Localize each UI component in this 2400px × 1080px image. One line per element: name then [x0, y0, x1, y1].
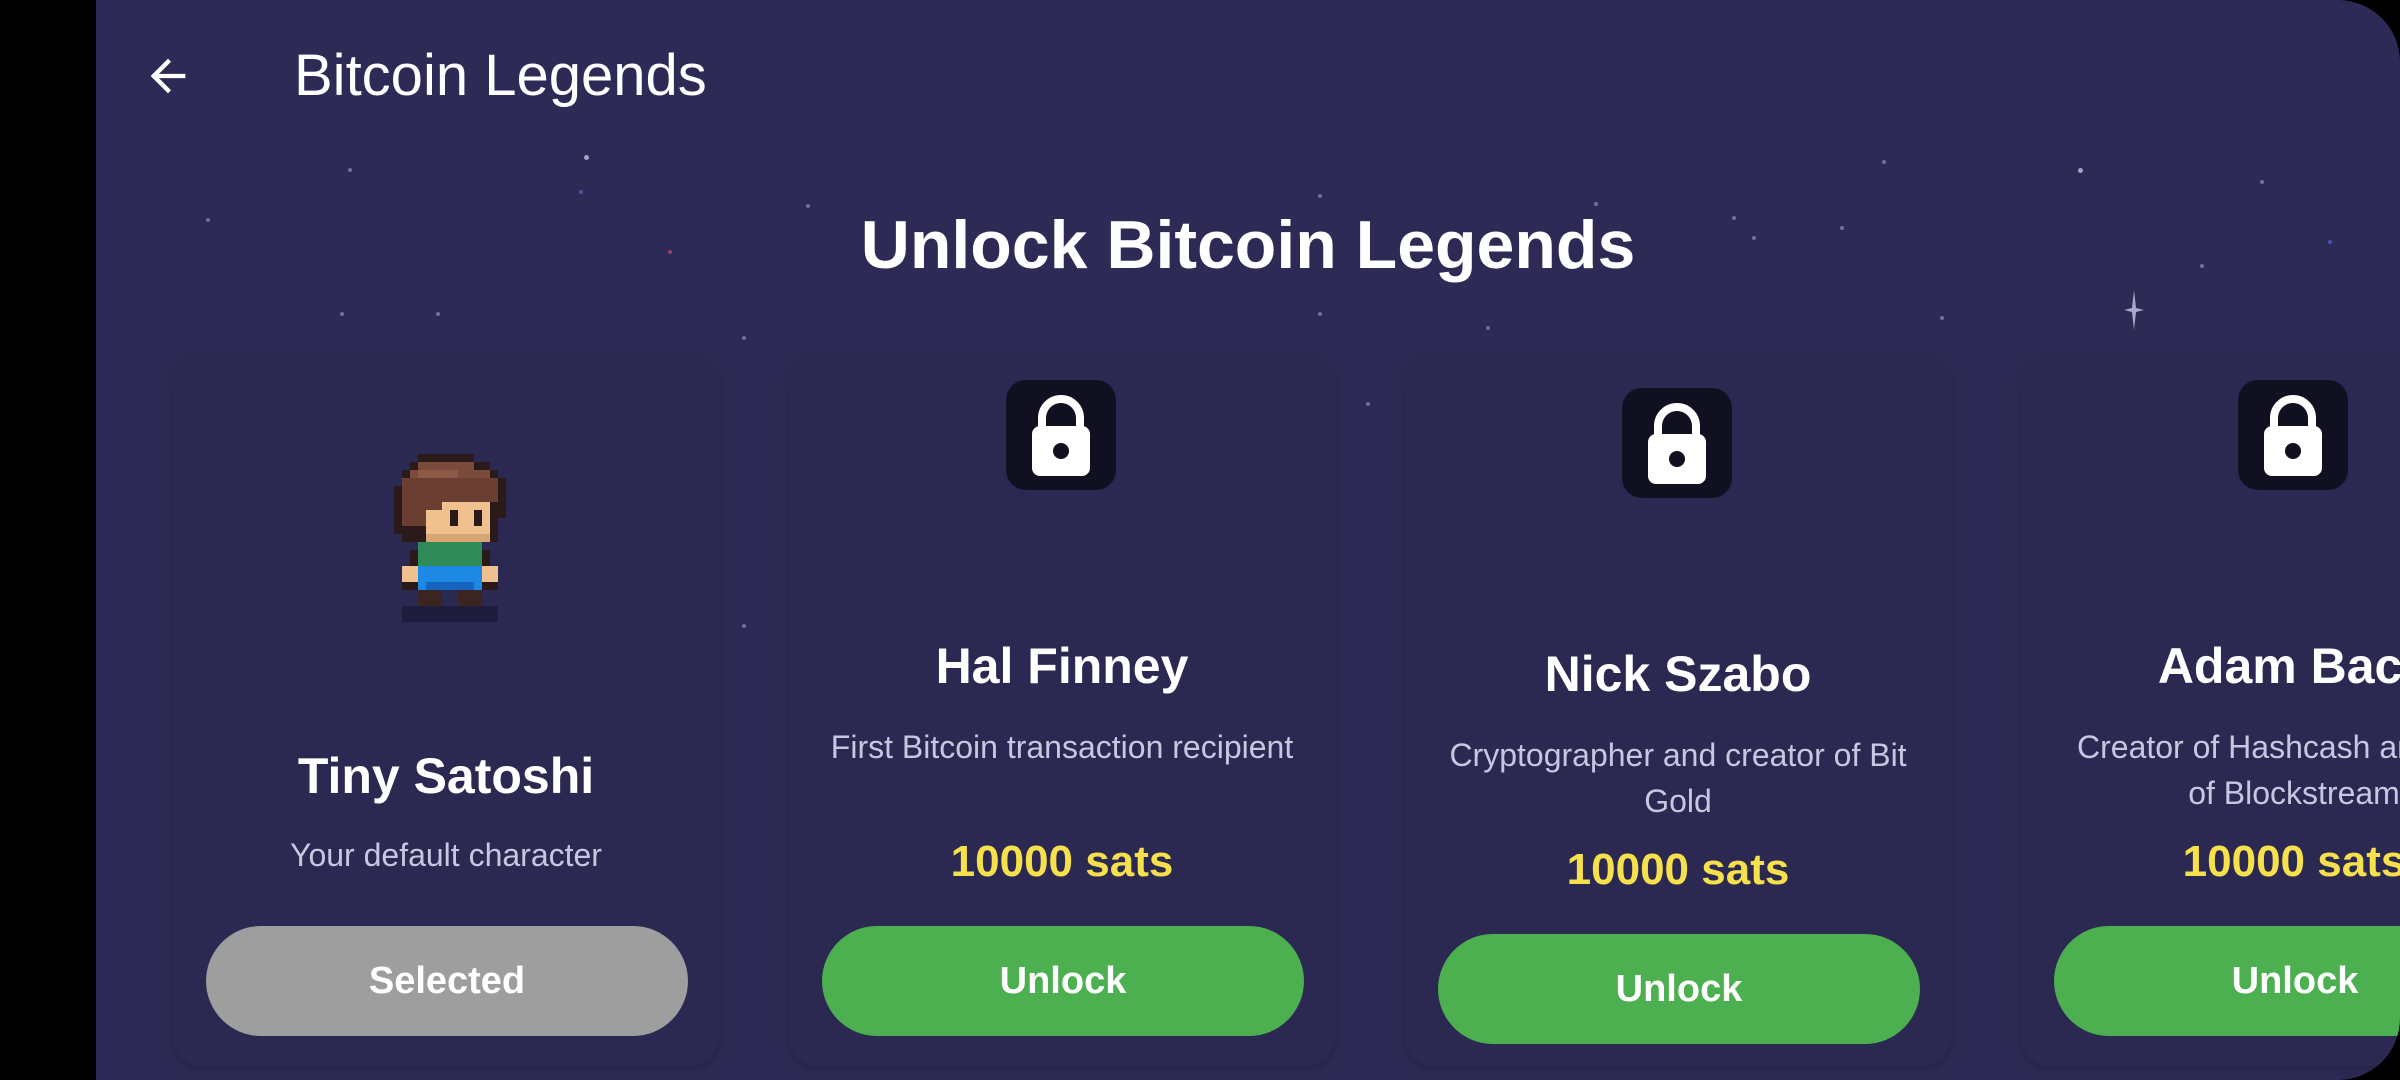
device-frame: Bitcoin Legends Unlock Bitcoin Legends T…: [0, 0, 2400, 1080]
character-description: Cryptographer and creator of Bit Gold: [1449, 737, 1907, 819]
character-description: Creator of Hashcash and CEO of Blockstre…: [2077, 729, 2400, 811]
character-card-hal-finney: Hal Finney First Bitcoin transaction rec…: [788, 354, 1336, 1066]
character-price: 10000 sats: [1566, 845, 1790, 894]
unlock-button-nick-szabo[interactable]: Unlock: [1438, 934, 1920, 1044]
selected-button[interactable]: Selected: [206, 926, 688, 1036]
character-name: Hal Finney: [935, 638, 1189, 694]
lock-icon: [1006, 380, 1116, 490]
unlock-button-adam-back[interactable]: Unlock: [2054, 926, 2400, 1036]
character-description: Your default character: [290, 837, 602, 873]
app-bar: Bitcoin Legends: [96, 0, 2400, 150]
character-card-nick-szabo: Nick Szabo Cryptographer and creator of …: [1404, 354, 1952, 1066]
app-screen: Bitcoin Legends Unlock Bitcoin Legends T…: [96, 0, 2400, 1080]
character-name: Adam Back: [2157, 638, 2400, 694]
back-button[interactable]: [132, 40, 204, 112]
character-price: 10000 sats: [2182, 837, 2400, 886]
sparkle-star: [2124, 290, 2144, 330]
character-price: 10000 sats: [950, 837, 1174, 886]
character-description: First Bitcoin transaction recipient: [830, 729, 1294, 765]
lock-icon: [1622, 388, 1732, 498]
character-card-tiny-satoshi: Tiny Satoshi Your default character Sele…: [172, 354, 720, 1066]
character-card-adam-back: Adam Back Creator of Hashcash and CEO of…: [2020, 354, 2400, 1066]
app-bar-title: Bitcoin Legends: [294, 43, 707, 108]
lock-icon: [2238, 380, 2348, 490]
character-name: Nick Szabo: [1544, 646, 1812, 702]
page-heading: Unlock Bitcoin Legends: [860, 207, 1636, 283]
unlock-button-hal-finney[interactable]: Unlock: [822, 926, 1304, 1036]
pixel-character-sprite: [394, 454, 506, 622]
character-name: Tiny Satoshi: [297, 748, 595, 804]
arrow-left-icon: [150, 58, 186, 94]
